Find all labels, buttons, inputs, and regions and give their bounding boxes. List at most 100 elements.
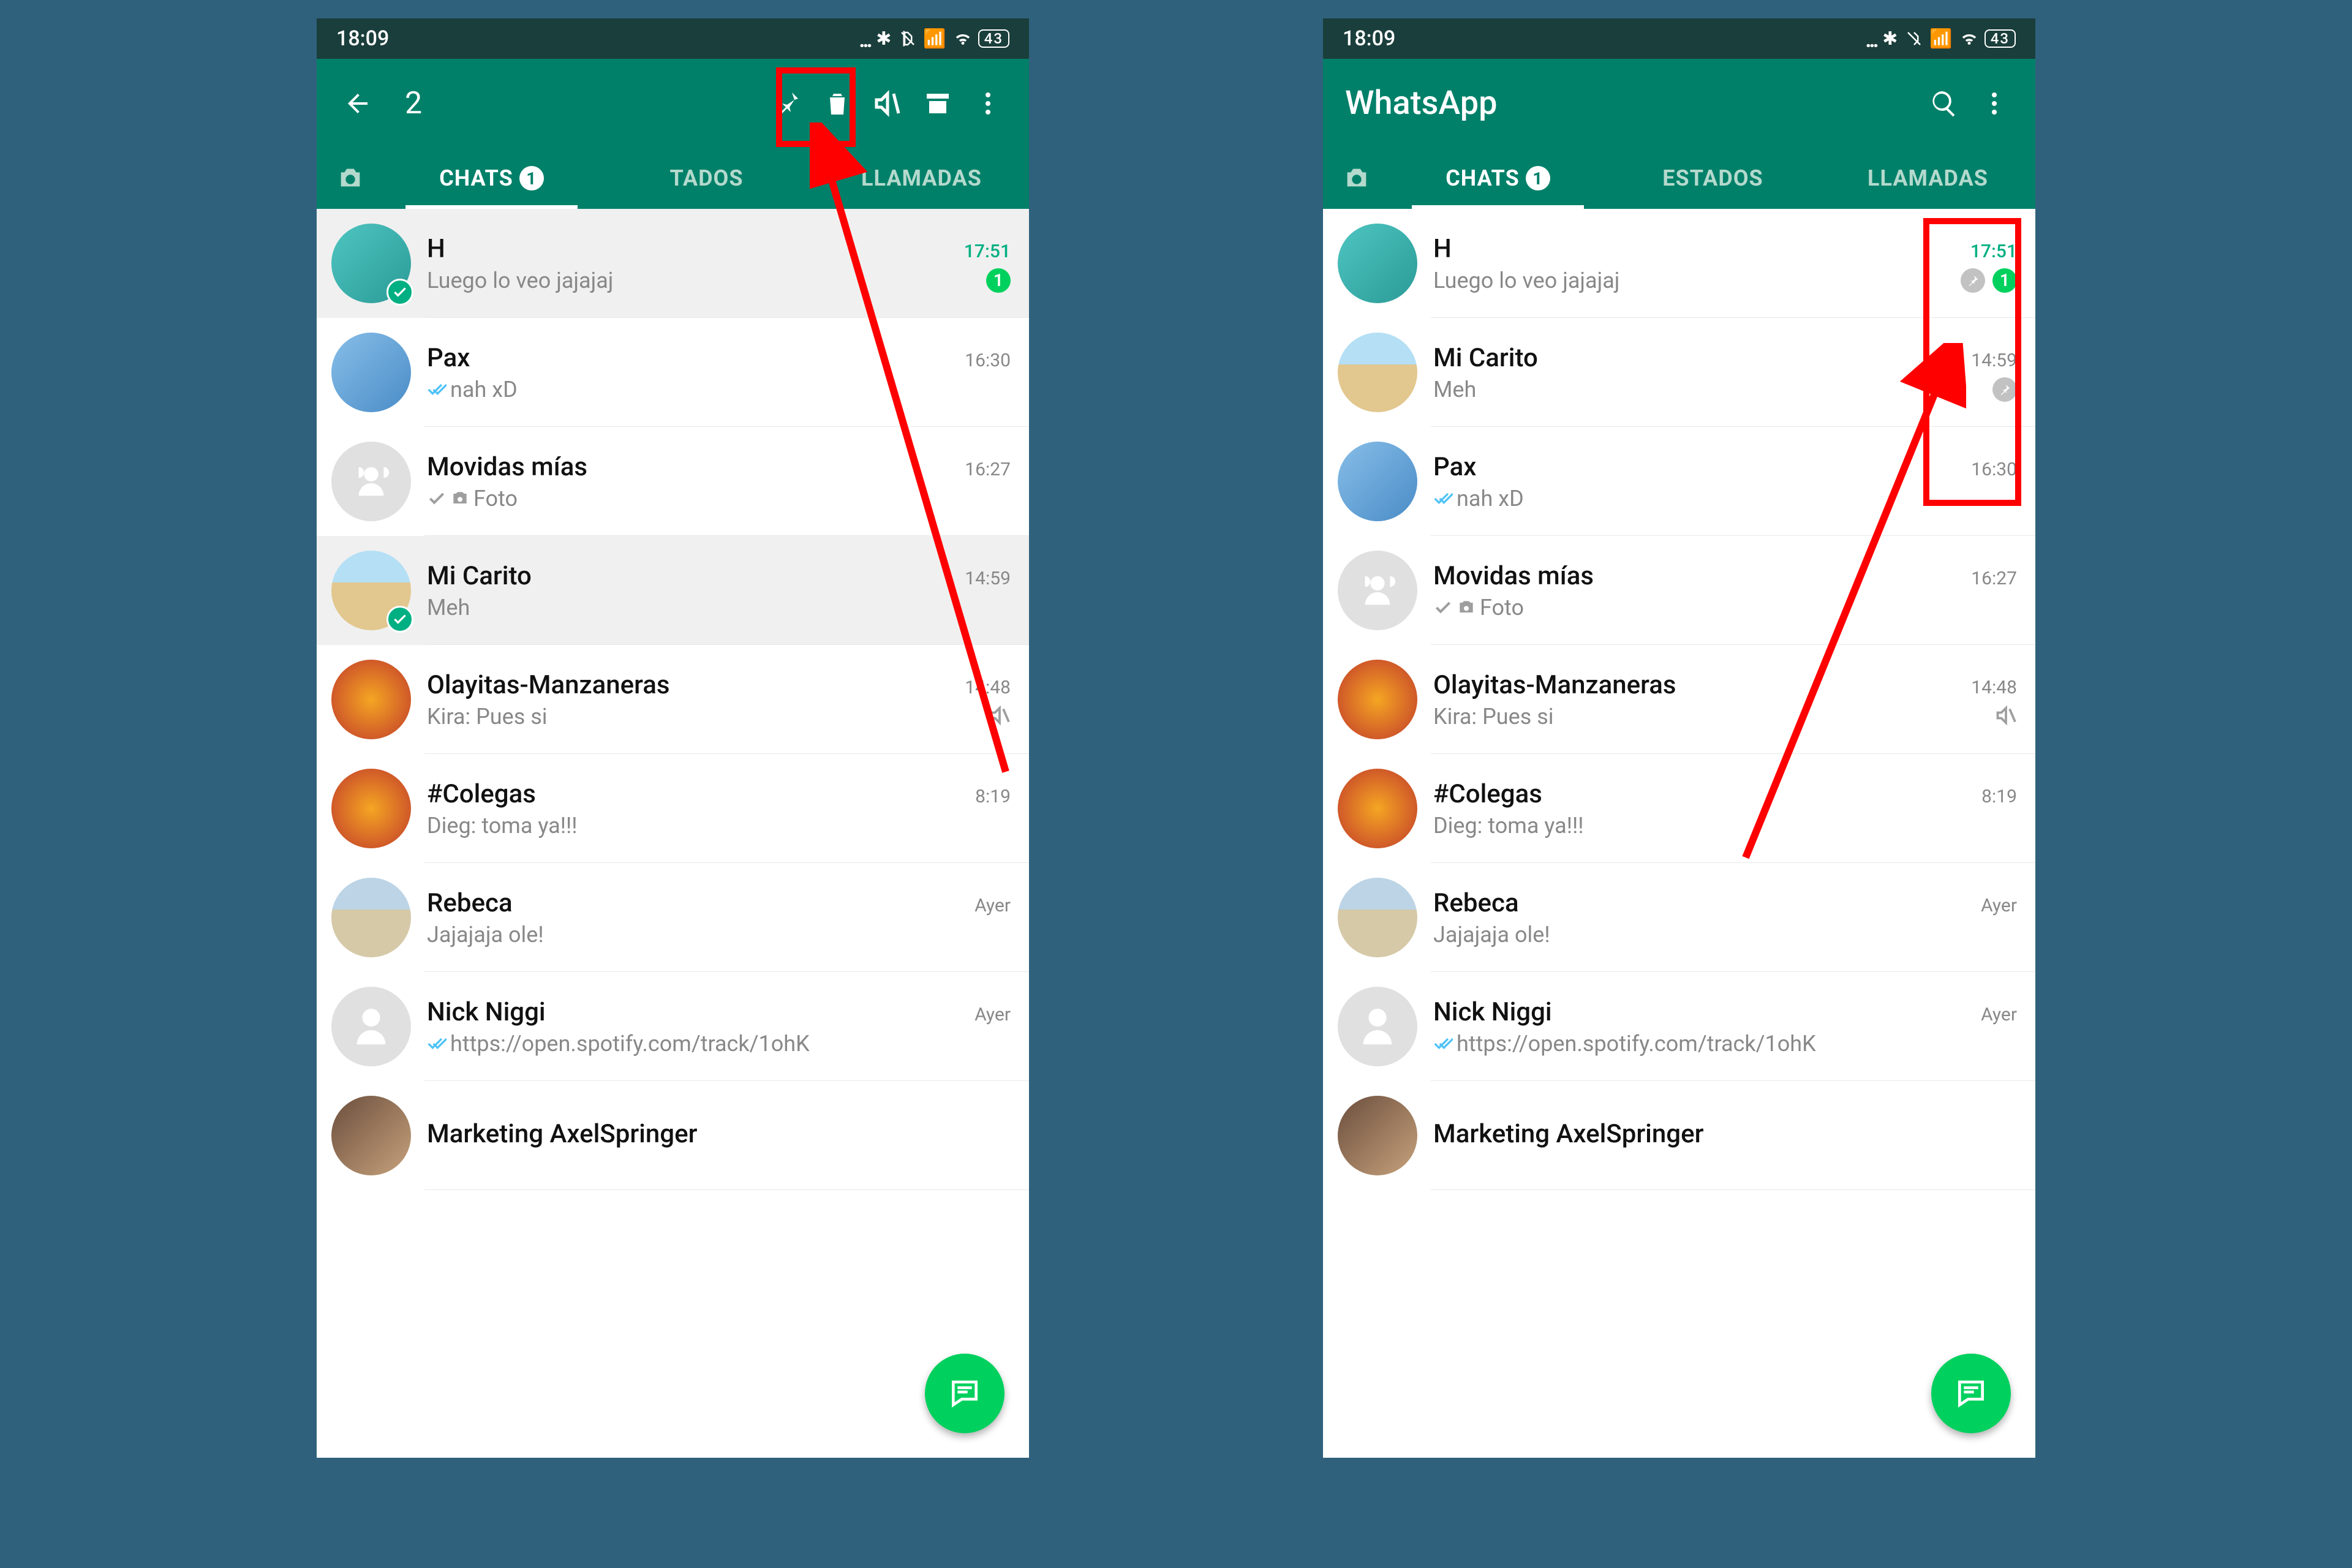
chat-row[interactable]: #Colegas 8:19 Dieg: toma ya!!! <box>317 754 1029 863</box>
chat-row[interactable]: H 17:51 Luego lo veo jajajaj 1 <box>317 209 1029 318</box>
chat-time: 16:30 <box>965 350 1011 371</box>
avatar[interactable] <box>331 1096 411 1175</box>
phone-left: 18:09 ... ✱ 📶 43 2 CHATS1 TADOS LLAMADAS <box>317 18 1029 1458</box>
chat-preview: Kira: Pues si <box>1433 704 1988 729</box>
avatar[interactable] <box>1338 769 1417 848</box>
mute-button[interactable] <box>866 82 909 125</box>
chat-preview: Dieg: toma ya!!! <box>427 813 1003 839</box>
chat-name: Nick Niggi <box>1433 997 1552 1027</box>
tab-llamadas[interactable]: LLAMADAS <box>814 148 1029 209</box>
back-button[interactable] <box>336 82 379 125</box>
chat-time: 17:51 <box>964 241 1011 262</box>
chat-name: #Colegas <box>427 779 536 809</box>
avatar[interactable] <box>331 660 411 739</box>
selected-check-icon <box>386 279 413 306</box>
chat-row[interactable]: Marketing AxelSpringer <box>317 1081 1029 1190</box>
unread-badge: 1 <box>986 268 1011 293</box>
avatar[interactable] <box>1338 1096 1417 1175</box>
chat-row[interactable]: Rebeca Ayer Jajajaja ole! <box>317 863 1029 972</box>
chat-preview: Luego lo veo jajajaj <box>1433 268 1953 293</box>
pin-icon <box>1961 268 1985 293</box>
new-chat-fab[interactable] <box>925 1354 1005 1433</box>
archive-button[interactable] <box>916 82 959 125</box>
chat-row[interactable]: Nick Niggi Ayer https://open.spotify.com… <box>1323 972 2035 1081</box>
avatar[interactable] <box>331 333 411 412</box>
chat-row[interactable]: Movidas mías 16:27 Foto <box>317 427 1029 536</box>
tab-llamadas[interactable]: LLAMADAS <box>1820 148 2035 209</box>
tab-estados[interactable]: TADOS <box>599 148 814 209</box>
avatar[interactable] <box>1338 224 1417 303</box>
search-button[interactable] <box>1923 82 1966 125</box>
chat-row[interactable]: #Colegas 8:19 Dieg: toma ya!!! <box>1323 754 2035 863</box>
chat-name: Pax <box>427 343 470 373</box>
statusbar: 18:09 ... ✱ 📶 43 <box>317 18 1029 59</box>
chat-time: 16:27 <box>965 459 1011 480</box>
tabs: CHATS1 TADOS LLAMADAS <box>317 148 1029 209</box>
chat-preview: Meh <box>427 595 1003 620</box>
delete-button[interactable] <box>816 82 859 125</box>
new-chat-fab[interactable] <box>1931 1354 2011 1433</box>
chat-time: 14:48 <box>1971 677 2017 698</box>
chat-name: Marketing AxelSpringer <box>427 1119 697 1149</box>
avatar[interactable] <box>1338 987 1417 1066</box>
chat-time: Ayer <box>1981 1004 2017 1025</box>
avatar[interactable] <box>331 769 411 848</box>
chat-row[interactable]: Marketing AxelSpringer <box>1323 1081 2035 1190</box>
chat-preview: Dieg: toma ya!!! <box>1433 813 2010 839</box>
chat-preview: https://open.spotify.com/track/1ohK <box>1433 1031 2010 1057</box>
avatar[interactable] <box>331 224 411 303</box>
menu-button[interactable] <box>967 82 1009 125</box>
menu-button[interactable] <box>1973 82 2016 125</box>
chat-name: Mi Carito <box>427 561 532 591</box>
chat-row[interactable]: Pax 16:30 nah xD <box>1323 427 2035 536</box>
avatar[interactable] <box>1338 442 1417 521</box>
avatar[interactable] <box>1338 660 1417 739</box>
chat-row[interactable]: Olayitas-Manzaneras 14:48 Kira: Pues si <box>317 645 1029 754</box>
chat-name: Movidas mías <box>427 452 587 482</box>
avatar[interactable] <box>1338 551 1417 630</box>
chat-preview: nah xD <box>1433 486 2010 511</box>
avatar[interactable] <box>331 987 411 1066</box>
chat-preview: Meh <box>1433 377 1985 402</box>
chat-row[interactable]: Nick Niggi Ayer https://open.spotify.com… <box>317 972 1029 1081</box>
avatar[interactable] <box>331 878 411 957</box>
tab-chats-label: CHATS <box>1446 165 1520 191</box>
tab-estados[interactable]: ESTADOS <box>1605 148 1820 209</box>
tab-chats-badge: 1 <box>1526 166 1550 190</box>
chat-name: Rebeca <box>427 888 513 918</box>
chat-time: 17:51 <box>1970 241 2017 262</box>
tab-chats-label: CHATS <box>439 165 513 191</box>
chat-row[interactable]: Pax 16:30 nah xD <box>317 318 1029 427</box>
avatar[interactable] <box>331 551 411 630</box>
avatar[interactable] <box>331 442 411 521</box>
camera-tab[interactable] <box>317 164 384 192</box>
chat-row[interactable]: Olayitas-Manzaneras 14:48 Kira: Pues si <box>1323 645 2035 754</box>
chat-preview: Jajajaja ole! <box>1433 922 2010 948</box>
selection-count: 2 <box>405 86 422 121</box>
app-title: WhatsApp <box>1345 84 1497 123</box>
chat-preview: Jajajaja ole! <box>427 922 1003 948</box>
chat-name: Mi Carito <box>1433 343 1538 373</box>
status-time: 18:09 <box>336 26 389 51</box>
chat-row[interactable]: Mi Carito 14:59 Meh <box>1323 318 2035 427</box>
tab-chats[interactable]: CHATS1 <box>1390 148 1605 209</box>
chat-name: Rebeca <box>1433 888 1519 918</box>
avatar[interactable] <box>1338 333 1417 412</box>
chat-preview: Luego lo veo jajajaj <box>427 268 979 293</box>
chat-time: Ayer <box>1981 895 2017 916</box>
pin-button[interactable] <box>766 82 809 125</box>
tab-chats[interactable]: CHATS1 <box>384 148 599 209</box>
chat-name: Olayitas-Manzaneras <box>1433 670 1676 700</box>
selected-check-icon <box>386 606 413 633</box>
chat-row[interactable]: Mi Carito 14:59 Meh <box>317 536 1029 645</box>
avatar[interactable] <box>1338 878 1417 957</box>
camera-tab[interactable] <box>1323 164 1390 192</box>
chat-name: H <box>427 234 445 264</box>
chat-row[interactable]: Movidas mías 16:27 Foto <box>1323 536 2035 645</box>
chat-list: H 17:51 Luego lo veo jajajaj 1 Pax 16:30… <box>317 209 1029 1190</box>
chat-row[interactable]: H 17:51 Luego lo veo jajajaj 1 <box>1323 209 2035 318</box>
chat-preview: https://open.spotify.com/track/1ohK <box>427 1031 1003 1057</box>
chat-time: 14:59 <box>1971 350 2017 371</box>
chat-name: Pax <box>1433 452 1476 482</box>
chat-row[interactable]: Rebeca Ayer Jajajaja ole! <box>1323 863 2035 972</box>
